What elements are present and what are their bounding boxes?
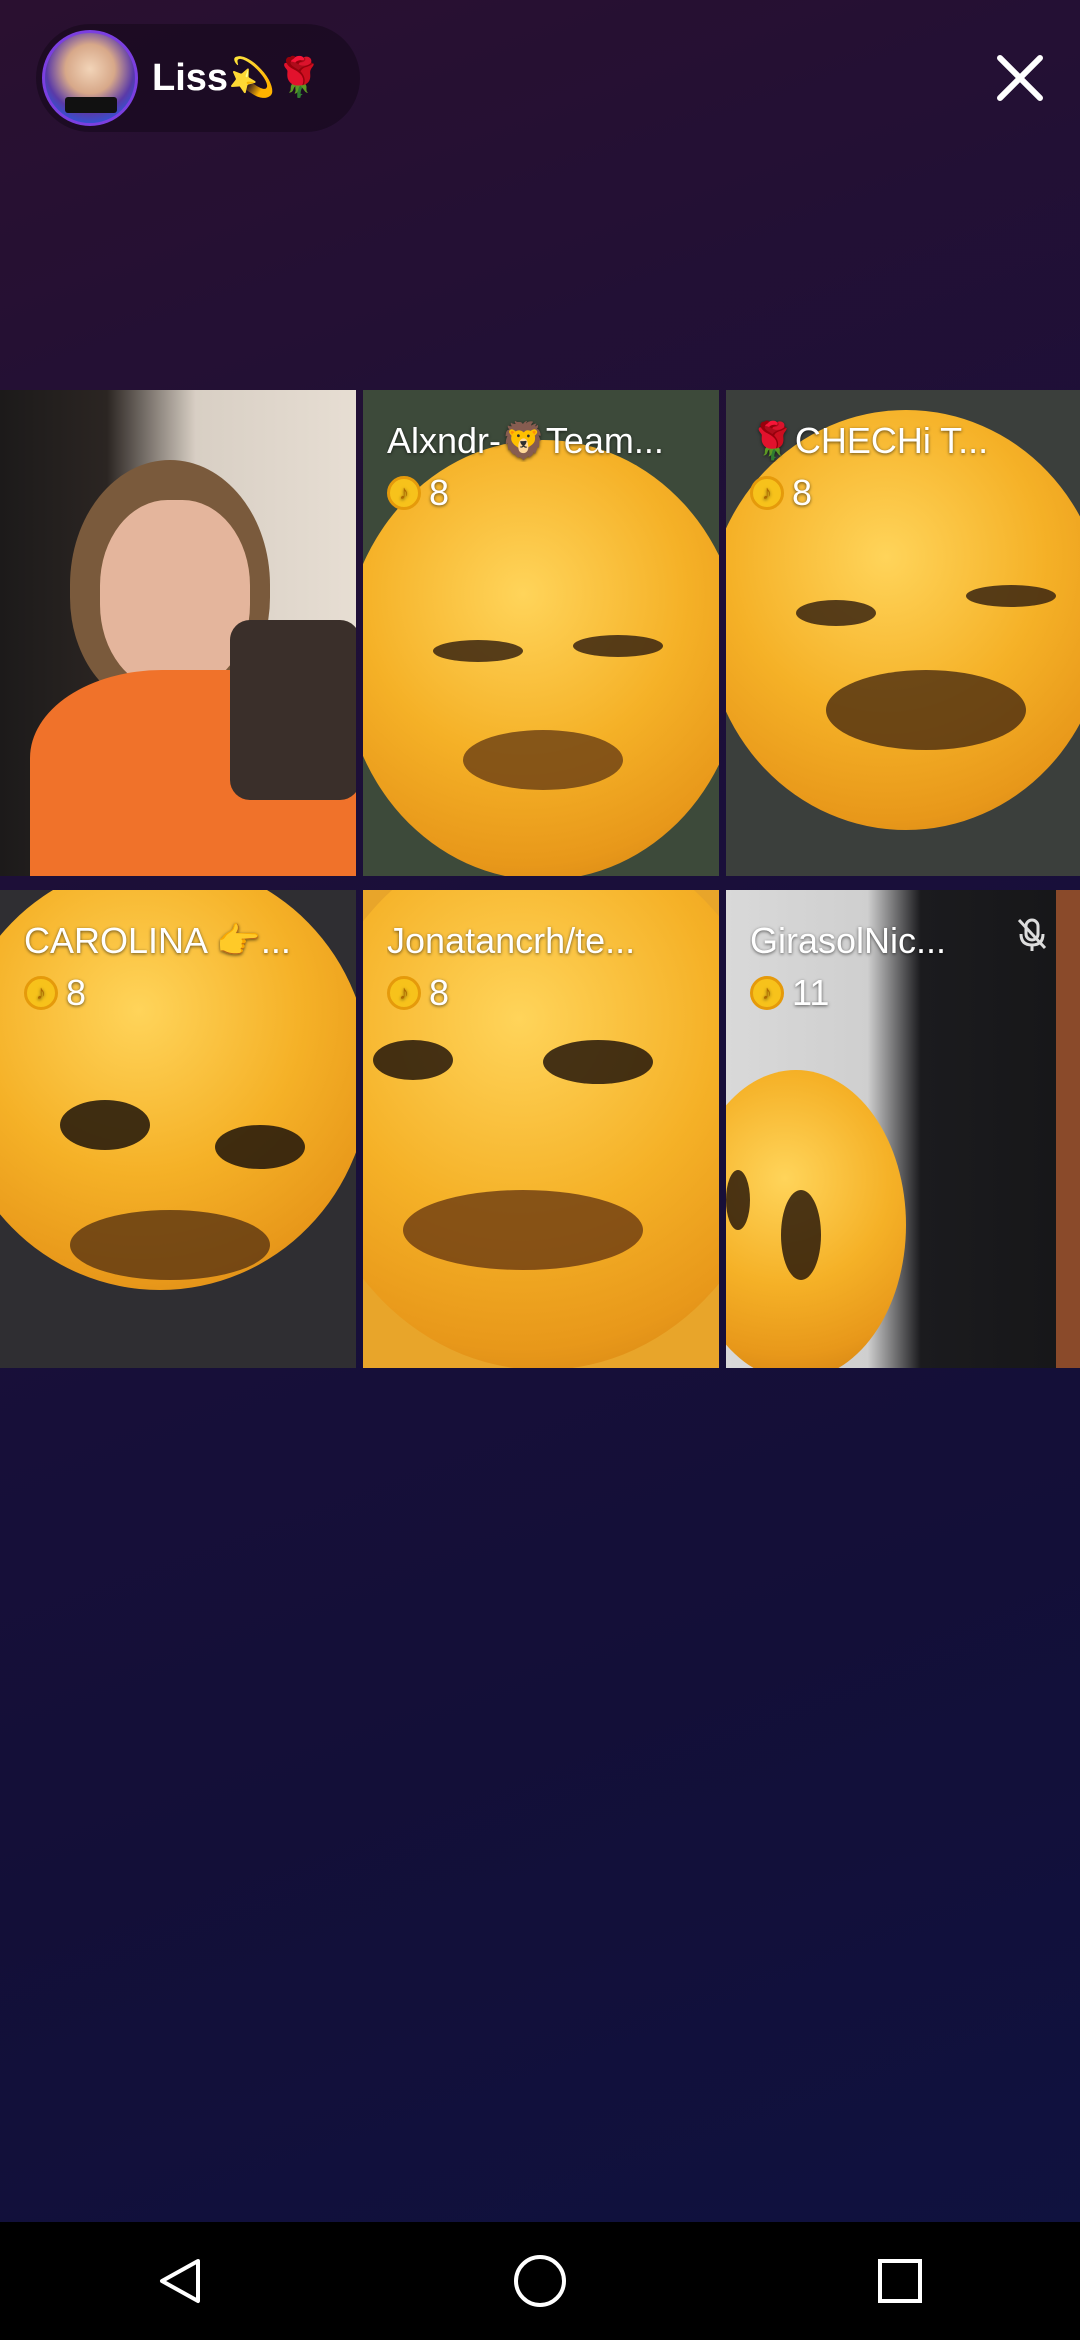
- guest-name: CAROLINA 👉...: [24, 920, 291, 961]
- nav-recents-button[interactable]: [870, 2251, 930, 2311]
- back-triangle-icon: [160, 2259, 200, 2303]
- guest-tile[interactable]: 🌹CHECHi T... ♪ 8: [726, 390, 1080, 876]
- coin-count: ♪ 8: [387, 972, 449, 1014]
- guest-name: Jonatancrh/te...: [387, 920, 636, 961]
- coin-icon: ♪: [750, 976, 784, 1010]
- coin-count: ♪ 8: [24, 972, 86, 1014]
- coin-count: ♪ 8: [387, 472, 449, 514]
- coin-value: 8: [792, 472, 813, 513]
- host-profile-pill[interactable]: Liss💫🌹: [36, 24, 360, 132]
- coin-icon: ♪: [387, 476, 421, 510]
- guest-name: 🌹CHECHi T...: [750, 420, 989, 461]
- guest-name: GirasolNic...: [750, 920, 947, 961]
- coin-count: ♪ 8: [750, 472, 812, 514]
- home-circle-icon: [514, 2255, 566, 2307]
- coin-count: ♪ 11: [750, 972, 829, 1014]
- nav-home-button[interactable]: [510, 2251, 570, 2311]
- close-icon: [997, 55, 1043, 101]
- coin-value: 11: [792, 972, 830, 1013]
- recents-square-icon: [878, 2259, 922, 2303]
- guest-tile[interactable]: Jonatancrh/te... ♪ 8: [363, 890, 719, 1368]
- guest-tile[interactable]: CAROLINA 👉... ♪ 8: [0, 890, 356, 1368]
- guest-name: Alxndr-🦁Team...: [387, 420, 664, 461]
- coin-icon: ♪: [750, 476, 784, 510]
- host-avatar[interactable]: [42, 30, 138, 126]
- guest-tile-host-video[interactable]: [0, 390, 356, 876]
- close-button[interactable]: [990, 48, 1050, 108]
- coin-icon: ♪: [24, 976, 58, 1010]
- coin-value: 8: [66, 972, 87, 1013]
- mic-muted-icon: [1017, 918, 1047, 951]
- system-nav-bar: [0, 2222, 1080, 2340]
- coin-value: 8: [429, 972, 450, 1013]
- coin-value: 8: [429, 472, 450, 513]
- coin-icon: ♪: [387, 976, 421, 1010]
- guest-tile[interactable]: Alxndr-🦁Team... ♪ 8: [363, 390, 719, 876]
- nav-back-button[interactable]: [150, 2251, 210, 2311]
- guest-grid: Alxndr-🦁Team... ♪ 8 🌹CHECHi T... ♪ 8 CAR…: [0, 390, 1080, 1370]
- guest-tile[interactable]: GirasolNic... ♪ 11: [726, 890, 1080, 1368]
- host-name: Liss💫🌹: [152, 57, 323, 99]
